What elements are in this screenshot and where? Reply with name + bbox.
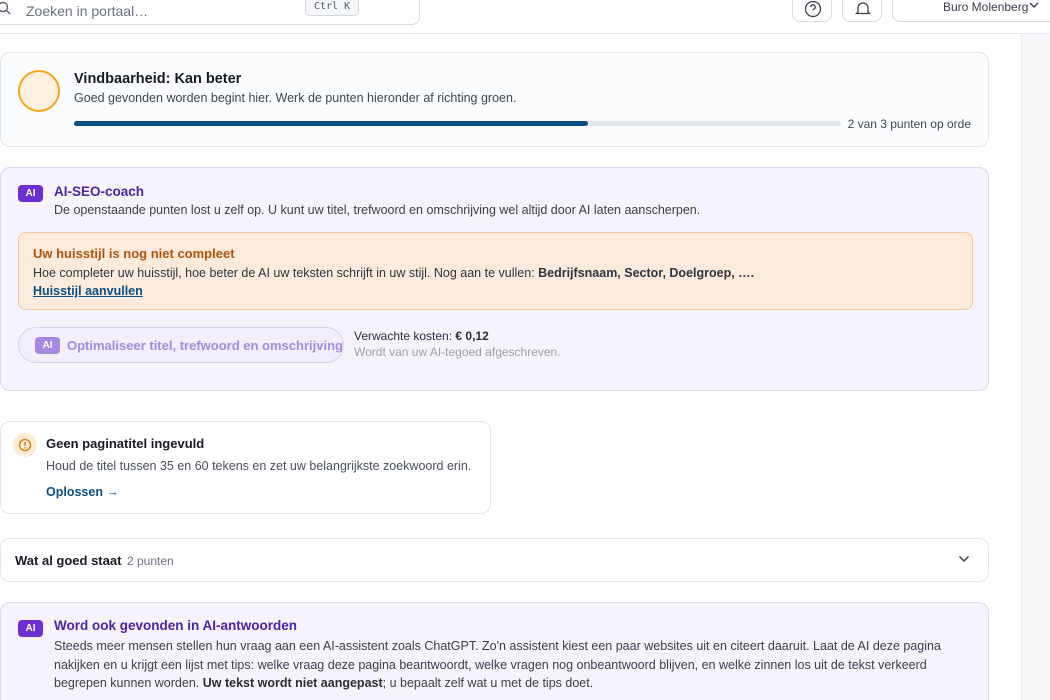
issue-title: Geen paginatitel ingevuld [46,436,205,451]
bell-icon [854,2,872,15]
ai-answers-text: Steeds meer mensen stellen hun vraag aan… [54,639,941,690]
chevron-down-icon [958,555,970,563]
brand-style-complete-link[interactable]: Huisstijl aanvullen [33,284,143,298]
coach-title: AI-SEO-coach [54,184,145,199]
status-ring-icon [18,70,60,112]
optimize-button[interactable]: AI Optimaliseer titel, trefwoord en omsc… [18,327,344,363]
help-button[interactable] [792,0,832,22]
search-icon [0,1,11,15]
issue-card: Geen paginatitel ingevuld Houd de titel … [0,421,491,514]
chevron-down-icon [1029,2,1039,8]
alert-missing-fields: Bedrijfsnaam, Sector, Doelgroep, …. [538,266,755,280]
status-subtitle: Goed gevonden worden begint hier. Werk d… [74,91,517,105]
expected-cost: Verwachte kosten: € 0,12 [354,329,489,343]
status-title: Vindbaarheid: Kan beter [74,71,242,87]
good-items-count: 2 punten [127,554,174,568]
ai-answers-title: Word ook gevonden in AI-antwoorden [54,618,297,633]
account-name: Buro Molenberg [943,0,1029,14]
search-shortcut-hint: Ctrl K [305,0,360,16]
ai-answers-bold-note: Uw tekst wordt niet aangepast [202,676,383,690]
status-progress-label: 2 van 3 punten op orde [847,117,971,131]
status-progress-fill [74,121,588,126]
ai-answers-card: AI Word ook gevonden in AI-antwoorden St… [0,602,989,700]
alert-title: Uw huisstijl is nog niet compleet [33,246,235,261]
top-bar: Zoeken in portaal… Ctrl K Buro Molenberg [0,0,1050,34]
optimize-button-label: Optimaliseer titel, trefwoord en omschri… [67,338,343,353]
ai-seo-coach-card: AI AI-SEO-coach De openstaande punten lo… [0,167,989,391]
fix-issue-link[interactable]: Oplossen → [46,485,119,499]
cost-note: Wordt van uw AI-tegoed afgeschreven. [354,345,561,359]
search-bar[interactable]: Zoeken in portaal… Ctrl K [0,0,420,25]
account-menu[interactable]: Buro Molenberg [892,0,1050,22]
good-items-title: Wat al goed staat [15,553,122,568]
status-progress-bar [74,121,841,126]
issue-description: Houd de titel tussen 35 en 60 tekens en … [46,459,472,473]
notifications-button[interactable] [842,0,882,22]
ai-badge: AI [18,620,43,637]
warning-icon [13,433,37,457]
brand-style-alert: Uw huisstijl is nog niet compleet Hoe co… [18,232,973,310]
help-icon [804,0,822,18]
expected-cost-value: € 0,12 [455,329,489,343]
ai-badge: AI [18,185,43,202]
search-input[interactable]: Zoeken in portaal… [26,3,148,19]
good-items-collapsible[interactable]: Wat al goed staat 2 punten [0,538,989,582]
coach-subtitle: De openstaande punten lost u zelf op. U … [54,203,701,217]
ai-badge: AI [35,337,60,354]
page-scrollbar[interactable] [1021,34,1050,700]
findability-status-card: Vindbaarheid: Kan beter Goed gevonden wo… [0,52,989,147]
alert-text: Hoe completer uw huisstijl, hoe beter de… [33,266,755,280]
